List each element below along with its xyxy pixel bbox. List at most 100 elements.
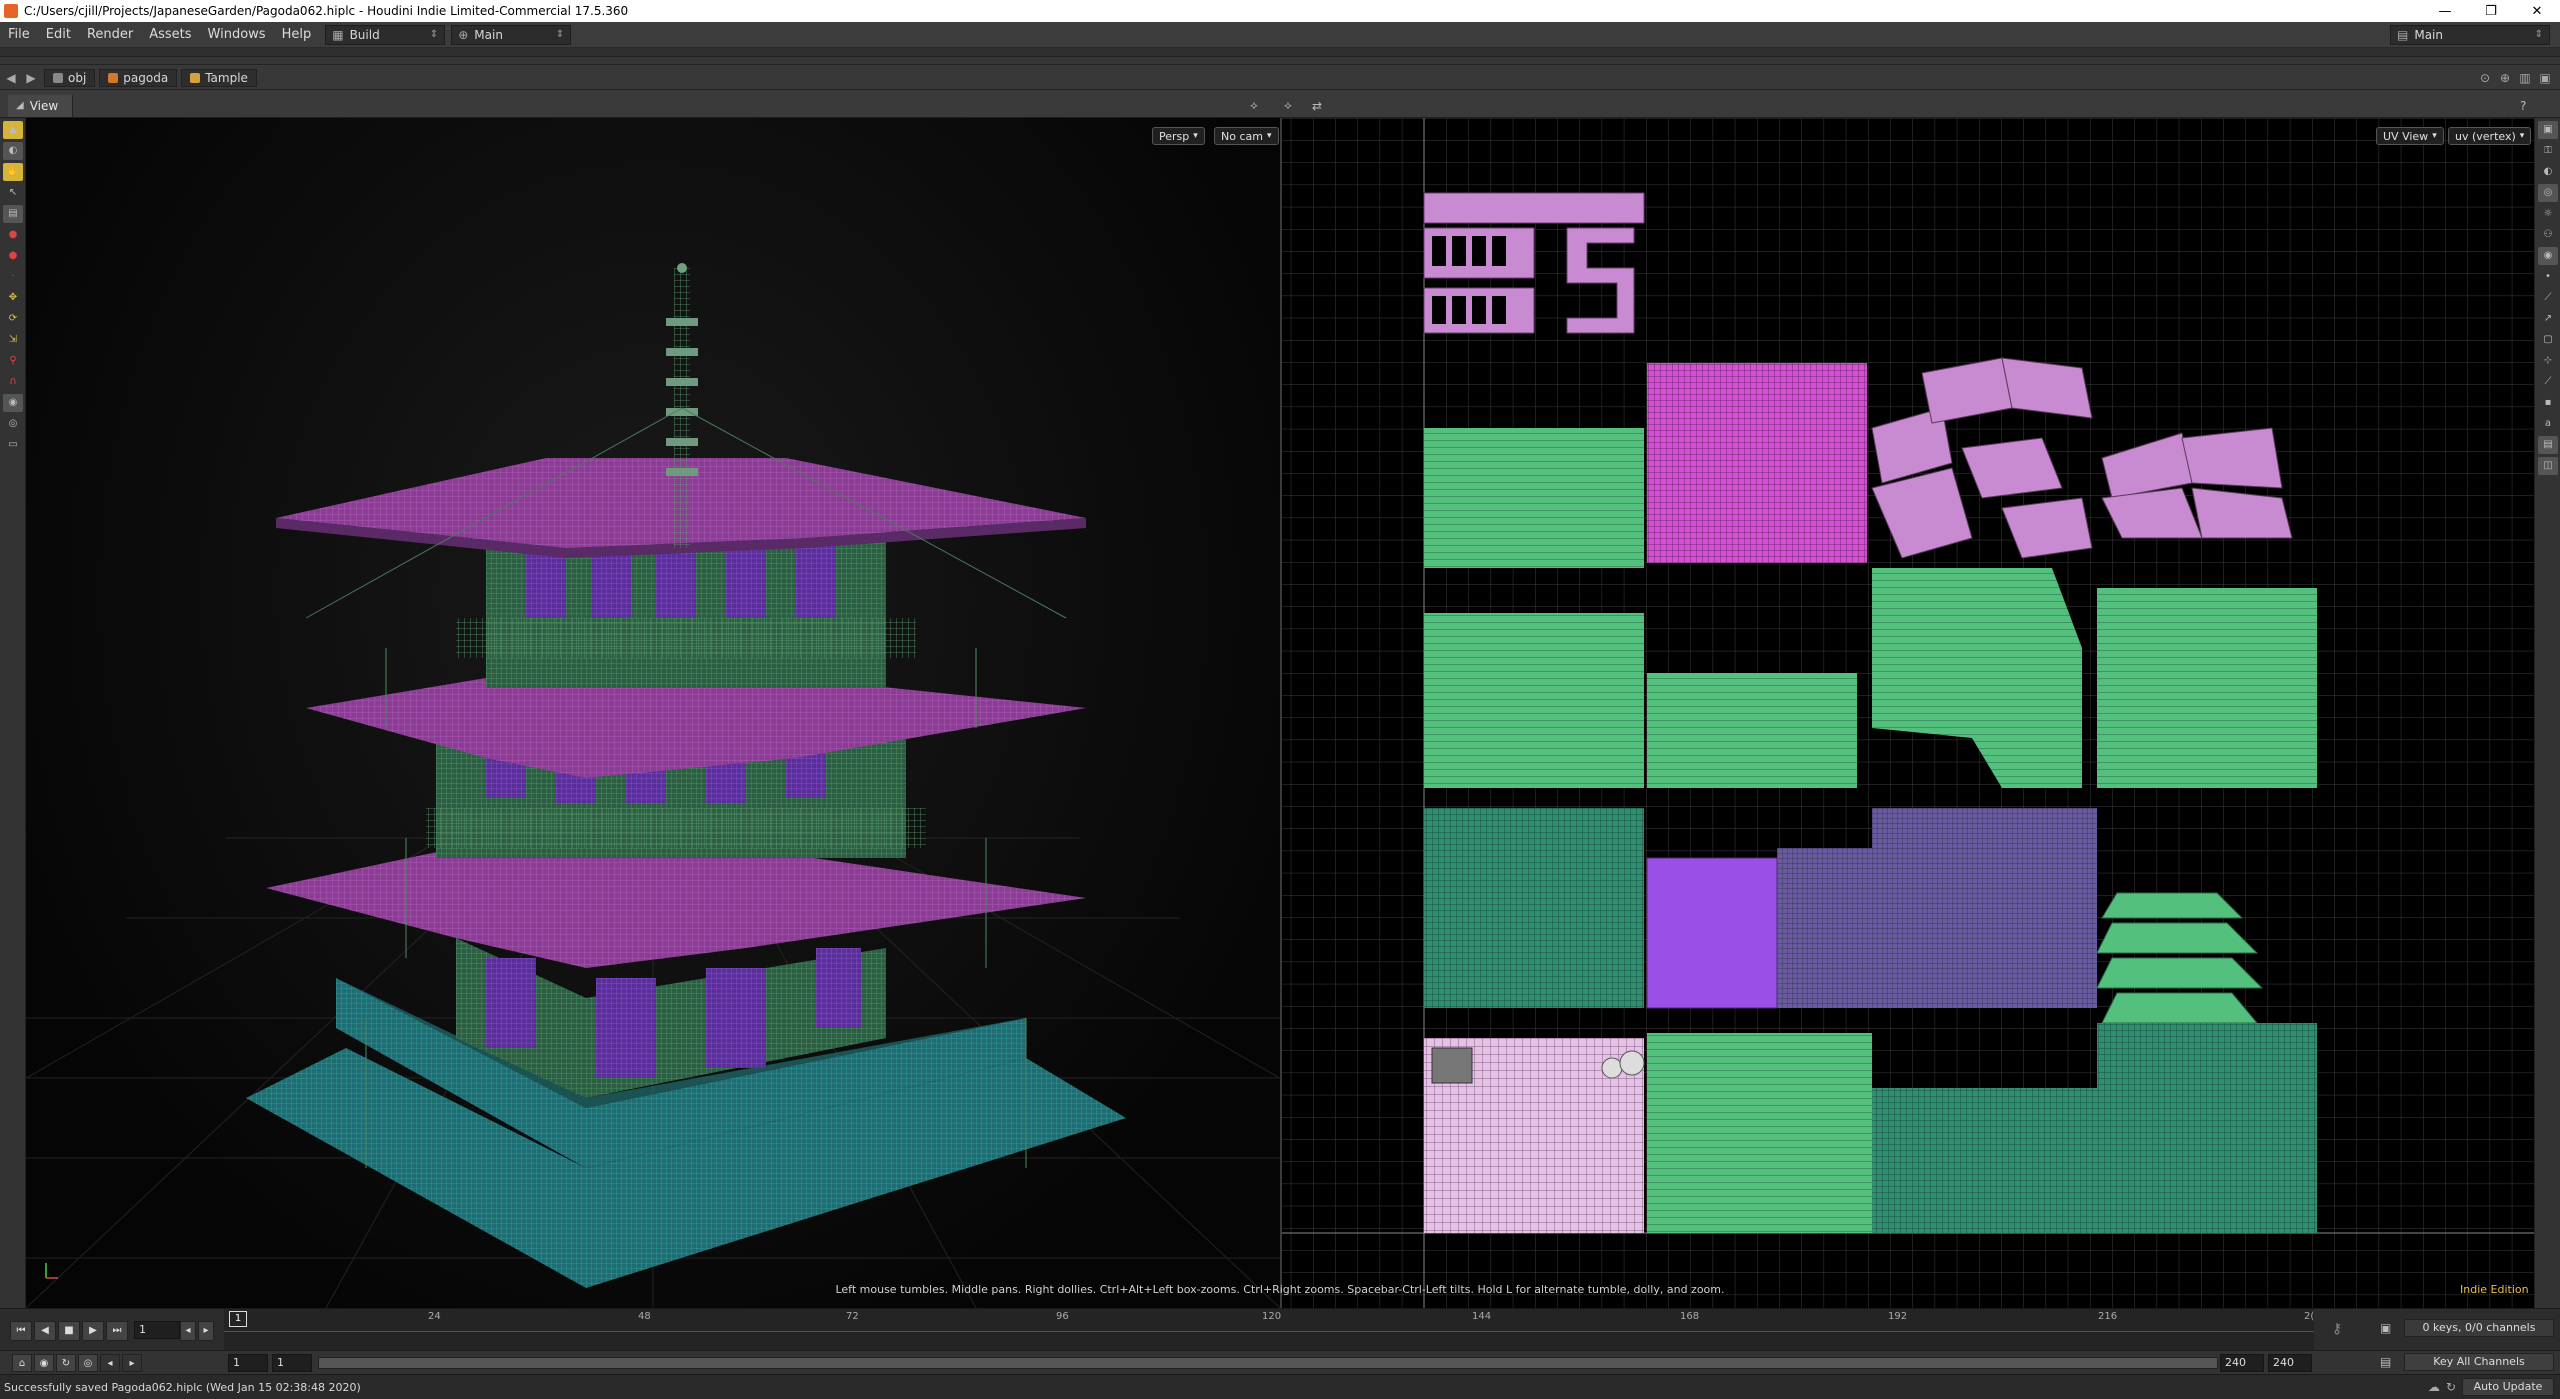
split-pane-icon[interactable]: ▥ bbox=[2516, 69, 2534, 87]
audio-icon[interactable]: ◉ bbox=[34, 1354, 54, 1372]
playbar-timeline: ⏮ ◀ ■ ▶ ⏭ 1 ◂ ▸ 1 24 48 72 96 120 144 16… bbox=[0, 1308, 2560, 1351]
image-icon[interactable]: ▤ bbox=[2538, 436, 2558, 454]
minimize-button[interactable]: — bbox=[2422, 4, 2468, 19]
pin-icon[interactable]: ⊙ bbox=[2476, 69, 2494, 87]
red-dot-icon[interactable]: ● bbox=[3, 226, 23, 244]
lighting-icon[interactable]: ◐ bbox=[2538, 163, 2558, 181]
keyframe-tool-icon[interactable]: ⌂ bbox=[12, 1354, 32, 1372]
jump-start-button[interactable]: ⏮ bbox=[10, 1321, 32, 1341]
pose-icon[interactable]: ✋ bbox=[3, 163, 23, 181]
lock-camera-icon[interactable]: ⚿ bbox=[2538, 142, 2558, 160]
primitive-icon[interactable]: ▢ bbox=[2538, 331, 2558, 349]
camera-dropdown[interactable]: Persp ▾ bbox=[1152, 127, 1205, 145]
abc-icon[interactable]: a bbox=[2538, 415, 2558, 433]
prev-key-icon[interactable]: ◂ bbox=[100, 1354, 120, 1372]
uv-shell-teal bbox=[1424, 808, 1644, 1008]
scale-icon[interactable]: ⇲ bbox=[3, 331, 23, 349]
uv-viewport[interactable]: UV View ▾ uv (vertex) ▾ bbox=[1282, 118, 2534, 1308]
step-back-icon[interactable]: ◂ bbox=[180, 1321, 196, 1341]
uv-attribute-dropdown[interactable]: uv (vertex) ▾ bbox=[2448, 127, 2532, 145]
range-start-field[interactable]: 1 bbox=[228, 1354, 268, 1372]
shading-icon[interactable]: ◉ bbox=[2538, 247, 2558, 265]
desktop-dropdown[interactable]: ▦ Build ⇕ bbox=[325, 24, 446, 45]
tab-scene-view[interactable]: ◢ View bbox=[8, 94, 74, 117]
loop-icon[interactable]: ↻ bbox=[56, 1354, 76, 1372]
left-tool-palette: ▲ ◐ ✋ ↖ ▤ ● ● · ✥ ⟳ ⇲ ⚲ ∩ ◉ ◎ ▭ bbox=[0, 118, 26, 1308]
breadcrumb-tample[interactable]: Tample bbox=[181, 68, 257, 87]
ghost-icon[interactable]: ⚇ bbox=[2538, 226, 2558, 244]
shelf-strip[interactable] bbox=[0, 48, 2560, 57]
maximize-pane-icon[interactable]: ▣ bbox=[2536, 69, 2554, 87]
range-slider[interactable] bbox=[318, 1357, 2218, 1369]
key-all-channels-button[interactable]: Key All Channels bbox=[2404, 1353, 2554, 1371]
right-workspace-dropdown[interactable]: ▤ Main ⇕ bbox=[2390, 24, 2550, 45]
snapshot-icon[interactable]: ◫ bbox=[2538, 457, 2558, 475]
link-icon[interactable]: ⊕ bbox=[2496, 69, 2514, 87]
timeline-scrubber[interactable]: 1 24 48 72 96 120 144 168 192 216 2( bbox=[224, 1309, 2314, 1351]
menu-file[interactable]: File bbox=[0, 27, 38, 42]
camera-icon[interactable]: ◎ bbox=[3, 415, 23, 433]
breadcrumb-pagoda[interactable]: pagoda bbox=[99, 68, 178, 87]
render-icon[interactable]: ▭ bbox=[3, 436, 23, 454]
close-button[interactable]: ✕ bbox=[2514, 4, 2560, 19]
range-end-field-2[interactable]: 240 bbox=[2268, 1354, 2312, 1372]
arrow-icon[interactable]: ↖ bbox=[3, 184, 23, 202]
shelf-tabs-strip[interactable] bbox=[0, 57, 2560, 65]
tick-label: 24 bbox=[428, 1311, 441, 1322]
menu-render[interactable]: Render bbox=[79, 27, 141, 42]
menu-edit[interactable]: Edit bbox=[38, 27, 79, 42]
view-icon[interactable]: ◉ bbox=[3, 394, 23, 412]
breadcrumb-obj[interactable]: obj bbox=[44, 68, 96, 87]
view-tool-icon[interactable]: ◐ bbox=[3, 142, 23, 160]
workspace-dropdown[interactable]: ⊕ Main ⇕ bbox=[451, 24, 572, 45]
auto-update-dropdown[interactable]: Auto Update bbox=[2462, 1378, 2554, 1396]
help-icon[interactable]: ? bbox=[2520, 99, 2526, 113]
scene-viewport-3d[interactable]: Persp ▾ No cam ▾ bbox=[26, 118, 1280, 1308]
current-frame-marker[interactable]: 1 bbox=[229, 1311, 247, 1327]
no-cam-dropdown[interactable]: No cam ▾ bbox=[1214, 127, 1279, 145]
key-icon[interactable]: ⚷ bbox=[2332, 1321, 2342, 1337]
channel-icon[interactable]: ▣ bbox=[2380, 1321, 2391, 1335]
jump-end-button[interactable]: ⏭ bbox=[106, 1321, 128, 1341]
uv-view-dropdown[interactable]: UV View ▾ bbox=[2376, 127, 2444, 145]
next-key-icon[interactable]: ▸ bbox=[122, 1354, 142, 1372]
keys-info-dropdown[interactable]: 0 keys, 0/0 channels bbox=[2404, 1319, 2554, 1337]
box-icon[interactable]: ▪ bbox=[2538, 394, 2558, 412]
menu-windows[interactable]: Windows bbox=[200, 27, 274, 42]
realtime-icon[interactable]: ◎ bbox=[78, 1354, 98, 1372]
menu-assets[interactable]: Assets bbox=[141, 27, 199, 42]
magnet-icon[interactable]: ∩ bbox=[3, 373, 23, 391]
play-reverse-button[interactable]: ◀ bbox=[34, 1321, 56, 1341]
step-forward-icon[interactable]: ▸ bbox=[198, 1321, 214, 1341]
select-icon[interactable]: ▲ bbox=[3, 121, 23, 139]
handle-icon[interactable]: ⚲ bbox=[3, 352, 23, 370]
tick-label: 144 bbox=[1472, 1311, 1492, 1322]
refresh-icon[interactable]: ↻ bbox=[2446, 1380, 2456, 1394]
stop-button[interactable]: ■ bbox=[58, 1321, 80, 1341]
vector-icon[interactable]: ↗ bbox=[2538, 310, 2558, 328]
red-dot-icon[interactable]: ● bbox=[3, 247, 23, 265]
red-dot-icon[interactable]: · bbox=[3, 268, 23, 286]
menu-help[interactable]: Help bbox=[274, 27, 320, 42]
back-arrow-icon[interactable]: ◀ bbox=[2, 69, 20, 87]
wireframe-icon[interactable]: ◎ bbox=[2538, 184, 2558, 202]
normal-icon[interactable]: ⟋ bbox=[2538, 289, 2558, 307]
range-start-field-2[interactable]: 1 bbox=[272, 1354, 312, 1372]
range-end-field[interactable]: 240 bbox=[2220, 1354, 2264, 1372]
edge-icon[interactable]: ⟋ bbox=[2538, 373, 2558, 391]
vertex-icon[interactable]: ⊹ bbox=[2538, 352, 2558, 370]
lock-icon[interactable]: ▤ bbox=[3, 205, 23, 223]
rotate-icon[interactable]: ⟳ bbox=[3, 310, 23, 328]
select-tool-icon[interactable]: ⟡ bbox=[1284, 98, 1292, 113]
point-icon[interactable]: • bbox=[2538, 268, 2558, 286]
transform-tool-icon[interactable]: ⇄ bbox=[1312, 99, 1322, 113]
cloud-icon: ☁ bbox=[2427, 1380, 2440, 1394]
maximize-button[interactable]: ❐ bbox=[2468, 4, 2514, 19]
move-icon[interactable]: ✥ bbox=[3, 289, 23, 307]
current-frame-field[interactable]: 1 bbox=[134, 1321, 180, 1339]
play-button[interactable]: ▶ bbox=[82, 1321, 104, 1341]
forward-arrow-icon[interactable]: ▶ bbox=[22, 69, 40, 87]
display-options-icon[interactable]: ▣ bbox=[2538, 121, 2558, 139]
light-bulb-icon[interactable]: ☼ bbox=[2538, 205, 2558, 223]
snap-tool-icon[interactable]: ⟡ bbox=[1250, 98, 1258, 113]
